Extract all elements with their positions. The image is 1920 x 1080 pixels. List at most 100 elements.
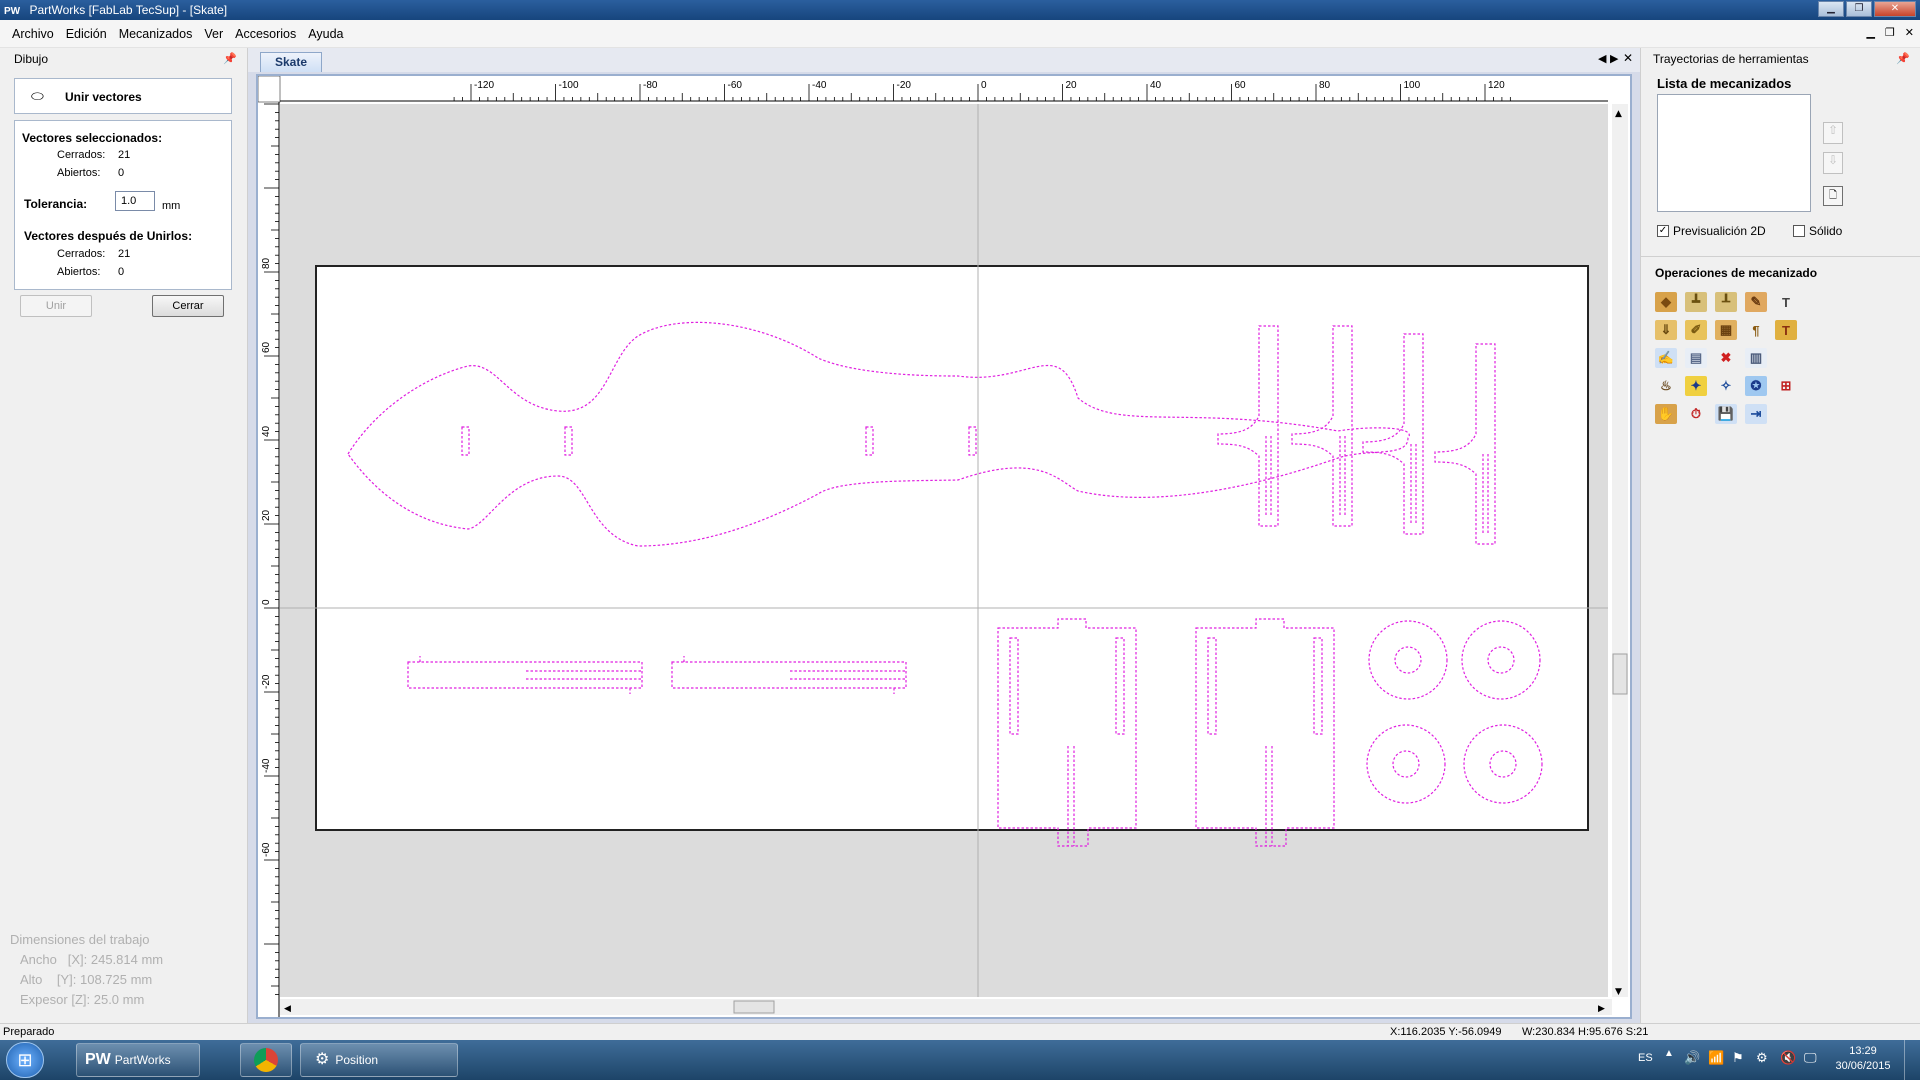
vertical-scrollbar[interactable]: [1612, 104, 1628, 997]
tolerance-unit: mm: [162, 200, 181, 212]
solid-label: Sólido: [1809, 224, 1843, 238]
tab-close-icon[interactable]: ✕: [1623, 51, 1633, 65]
tab-prev-icon[interactable]: ◀: [1598, 52, 1606, 65]
show-desktop-button[interactable]: [1904, 1040, 1920, 1080]
tray-app-icon[interactable]: ⚙: [1756, 1050, 1768, 1066]
ruler-left-label: -20: [261, 674, 272, 689]
simulate-icon[interactable]: ✋: [1655, 404, 1677, 424]
start-button[interactable]: ⊞: [6, 1042, 44, 1078]
solid-checkbox[interactable]: [1793, 225, 1805, 237]
ruler-top-label: -40: [812, 80, 827, 91]
dims-thickness: Expesor [Z]: 25.0 mm: [20, 992, 145, 1007]
preview-2d-checkbox[interactable]: ✓: [1657, 225, 1669, 237]
menu-accesorios[interactable]: Accesorios: [229, 27, 302, 41]
dims-height: Alto [Y]: 108.725 mm: [20, 972, 153, 987]
dims-width: Ancho [X]: 245.814 mm: [20, 952, 164, 967]
closed-label: Cerrados:: [57, 149, 106, 161]
taskbar-position[interactable]: ⚙ Position: [300, 1043, 458, 1077]
recalculate-icon[interactable]: ✦: [1685, 376, 1707, 396]
toolpaths-panel: Trayectorias de herramientas 📌 Lista de …: [1640, 48, 1920, 1023]
vcarve-toolpath-icon[interactable]: ✎: [1745, 292, 1767, 312]
vertical-scroll-thumb[interactable]: [1612, 653, 1628, 695]
menu-archivo[interactable]: Archivo: [6, 27, 60, 41]
mdi-restore-icon[interactable]: ❐: [1885, 26, 1895, 39]
pocket-toolpath-icon[interactable]: ┻: [1685, 292, 1707, 312]
tolerance-input[interactable]: 1.0: [115, 191, 155, 211]
toolpath-template-icon[interactable]: ▤: [1685, 348, 1707, 368]
menu-ayuda[interactable]: Ayuda: [302, 27, 349, 41]
display-icon[interactable]: 🖵: [1804, 1050, 1817, 1066]
merge-toolpaths-icon[interactable]: ✪: [1745, 376, 1767, 396]
document-area: Skate ◀ ▶ ✕ -120 -100 -80 -60 -40 -20 0 20 40 60 8…: [248, 48, 1640, 1023]
tab-skate[interactable]: Skate: [260, 52, 322, 72]
material-sheet: [315, 265, 1589, 831]
prism-toolpath-icon[interactable]: ▦: [1715, 320, 1737, 340]
flag-icon[interactable]: ⚑: [1732, 1050, 1744, 1066]
close-button[interactable]: Cerrar: [152, 295, 224, 317]
toolpaths-pin-icon[interactable]: 📌: [1896, 48, 1910, 70]
text-toolpath-icon[interactable]: T: [1775, 292, 1797, 312]
taskbar-chrome[interactable]: [240, 1043, 292, 1077]
export-toolpath-icon[interactable]: ⇥: [1745, 404, 1767, 424]
network-icon[interactable]: 📶: [1708, 1050, 1724, 1066]
mdi-minimize-icon[interactable]: ▁: [1866, 26, 1874, 39]
taskbar-partworks[interactable]: PWPartWorks [FabLa...: [76, 1043, 200, 1077]
drill-toolpath-icon[interactable]: ┸: [1715, 292, 1737, 312]
ruler-left-label: 40: [261, 425, 272, 437]
scroll-right-icon[interactable]: ▶: [1598, 1004, 1605, 1014]
estimate-time-icon[interactable]: ⏱: [1685, 404, 1707, 424]
solid-option[interactable]: Sólido: [1793, 224, 1842, 238]
join-button[interactable]: Unir: [20, 295, 92, 317]
menu-edicion[interactable]: Edición: [60, 27, 113, 41]
minimize-button[interactable]: ▁: [1818, 1, 1844, 17]
partworks-icon: PW: [85, 1051, 111, 1068]
delete-toolpath-icon[interactable]: 🗋: [1823, 186, 1843, 206]
scroll-left-icon[interactable]: ◀: [284, 1004, 291, 1014]
scroll-up-icon[interactable]: ▲: [1615, 109, 1622, 119]
save-toolpath-icon[interactable]: 💾: [1715, 404, 1737, 424]
mdi-close-icon[interactable]: ✕: [1905, 26, 1914, 39]
open-label: Abiertos:: [57, 167, 101, 179]
move-up-icon[interactable]: ⇧: [1823, 122, 1843, 144]
import-toolpath-icon[interactable]: ⇓: [1655, 320, 1677, 340]
speaker-muted-icon[interactable]: 🔇: [1780, 1050, 1796, 1066]
close-window-button[interactable]: ✕: [1874, 1, 1916, 17]
move-down-icon[interactable]: ⇩: [1823, 152, 1843, 174]
after-open-label: Abiertos:: [57, 266, 101, 278]
scroll-down-icon[interactable]: ▼: [1615, 987, 1622, 997]
menu-ver[interactable]: Ver: [198, 27, 229, 41]
ruler-top-label: 60: [1235, 80, 1247, 91]
tab-next-icon[interactable]: ▶: [1610, 52, 1618, 65]
drawing-canvas[interactable]: -120 -100 -80 -60 -40 -20 0 20 40 60 80 100 120 80 60…: [256, 74, 1632, 1019]
texture-toolpath-icon[interactable]: T: [1775, 320, 1797, 340]
language-indicator[interactable]: ES: [1638, 1052, 1653, 1064]
clock-time: 13:29: [1849, 1045, 1877, 1057]
fluting-toolpath-icon[interactable]: ¶: [1745, 320, 1767, 340]
horizontal-scrollbar[interactable]: [280, 999, 1612, 1015]
profile-toolpath-icon[interactable]: ◆: [1655, 292, 1677, 312]
edit-toolpath-icon[interactable]: ✍: [1655, 348, 1677, 368]
horizontal-scroll-thumb[interactable]: [733, 1000, 775, 1014]
tray-expand-icon[interactable]: ▲: [1664, 1048, 1674, 1059]
after-open-value: 0: [118, 266, 125, 278]
tool-title-box: ⬭ Unir vectores: [14, 78, 232, 114]
taskbar-position-label: Position: [335, 1053, 379, 1067]
maximize-button[interactable]: ❐: [1846, 1, 1872, 17]
preview-2d-option[interactable]: ✓ Previsualición 2D: [1657, 224, 1766, 238]
taskbar: ⊞ PWPartWorks [FabLa... ⚙ Position ES ▲ 🔊…: [0, 1040, 1920, 1080]
nesting-icon[interactable]: ♨: [1655, 376, 1677, 396]
recalculate-all-icon[interactable]: ✧: [1715, 376, 1737, 396]
delete-operation-icon[interactable]: ✖: [1715, 348, 1737, 368]
ruler-top-label: 100: [1404, 80, 1421, 91]
toolpath-list[interactable]: [1657, 94, 1811, 212]
pin-icon[interactable]: 📌: [223, 48, 237, 70]
clock[interactable]: 13:29 30/06/2015: [1832, 1044, 1894, 1074]
inlay-toolpath-icon[interactable]: ✐: [1685, 320, 1707, 340]
chrome-icon: [254, 1048, 278, 1072]
volume-icon[interactable]: 🔊: [1684, 1050, 1700, 1066]
window-title: PartWorks [FabLab TecSup] - [Skate]: [29, 3, 228, 17]
tabs-icon[interactable]: ⊞: [1775, 376, 1797, 396]
menu-mecanizados[interactable]: Mecanizados: [113, 27, 199, 41]
ruler-top-label: -120: [474, 80, 494, 91]
calculator-icon[interactable]: ▥: [1745, 348, 1767, 368]
